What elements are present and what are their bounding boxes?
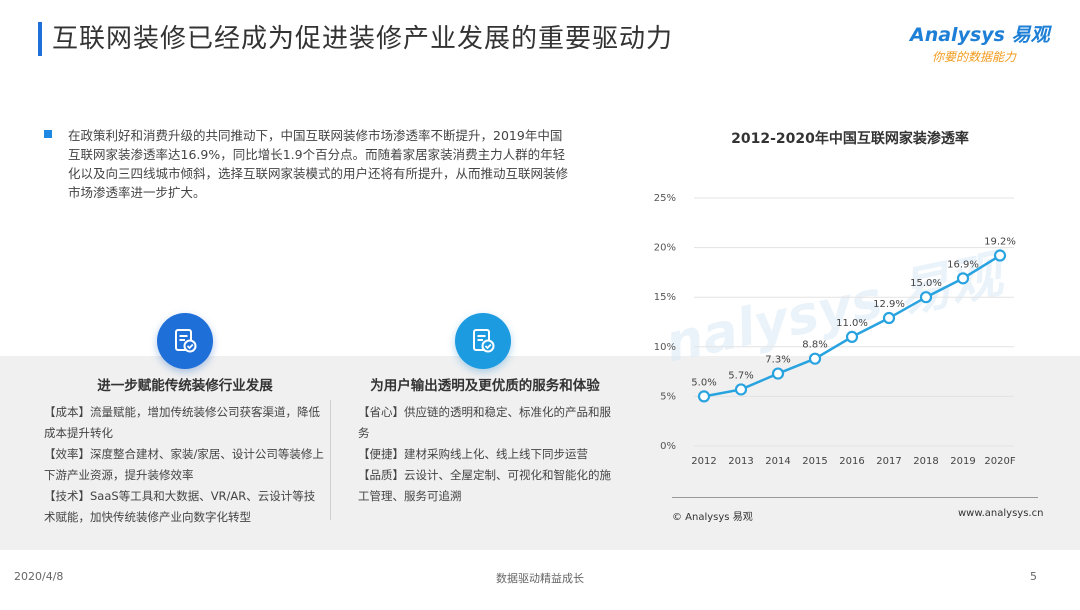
data-label: 12.9% <box>873 299 905 310</box>
analysys-logo: Analysys 易观 你要的数据能力 <box>910 20 1060 64</box>
x-tick-label: 2012 <box>691 456 716 467</box>
data-point <box>771 367 785 380</box>
data-label: 5.0% <box>691 377 716 388</box>
card-line: 【成本】流量赋能，增加传统装修公司获客渠道，降低成本提升转化 <box>44 405 320 440</box>
data-label: 5.7% <box>728 370 753 381</box>
data-point <box>734 383 748 396</box>
x-tick-label: 2018 <box>913 456 938 467</box>
penetration-line-chart: 0% 5% 10% 15% 20% 25% 5.0% 2012 5.7% 2013 7.3% 2014… <box>654 193 1016 467</box>
intro-text: 在政策利好和消费升级的共同推动下，中国互联网装修市场渗透率不断提升，2019年中… <box>68 128 569 200</box>
x-tick-label: 2016 <box>839 456 864 467</box>
y-tick-label: 15% <box>654 292 676 303</box>
chart-source-url: www.analysys.cn <box>958 508 1044 519</box>
data-point <box>919 291 933 304</box>
checklist-icon <box>455 313 511 369</box>
x-tick-label: 2019 <box>950 456 975 467</box>
title-accent-bar <box>38 22 42 56</box>
data-label: 8.8% <box>802 340 827 351</box>
data-label: 11.0% <box>836 318 868 329</box>
footer-slogan: 数据驱动精益成长 <box>496 572 584 585</box>
y-tick-label: 5% <box>660 391 676 402</box>
card-body-industry: 【成本】流量赋能，增加传统装修公司获客渠道，降低成本提升转化 【效率】深度整合建… <box>44 402 326 528</box>
data-point <box>993 249 1007 262</box>
x-tick-label: 2020F <box>984 456 1015 467</box>
page-number: 5 <box>1030 570 1037 583</box>
y-tick-label: 25% <box>654 193 676 204</box>
page-title: 互联网装修已经成为促进装修产业发展的重要驱动力 <box>52 24 674 54</box>
card-line: 【品质】云设计、全屋定制、可视化和智能化的施工管理、服务可追溯 <box>358 468 611 503</box>
x-tick-label: 2017 <box>876 456 901 467</box>
checklist-icon <box>157 313 213 369</box>
y-tick-label: 0% <box>660 441 676 452</box>
logo-sub-text: 你要的数据能力 <box>932 50 1017 64</box>
data-point <box>845 330 859 343</box>
x-tick-label: 2013 <box>728 456 753 467</box>
data-label: 19.2% <box>984 237 1016 248</box>
x-tick-label: 2014 <box>765 456 790 467</box>
data-label: 16.9% <box>947 259 979 270</box>
card-line: 【效率】深度整合建材、家装/家居、设计公司等装修上下游产业资源，提升装修效率 <box>44 447 324 482</box>
chart-footer-divider <box>672 497 1038 498</box>
y-tick-label: 10% <box>654 342 676 353</box>
data-point <box>956 272 970 285</box>
x-tick-label: 2015 <box>802 456 827 467</box>
card-title-user: 为用户输出透明及更优质的服务和体验 <box>370 378 600 394</box>
card-line: 【便捷】建材采购线上化、线上线下同步运营 <box>358 447 588 461</box>
logo-main-text: Analysys 易观 <box>910 24 1050 46</box>
bullet-square-icon <box>44 130 52 138</box>
card-body-user: 【省心】供应链的透明和稳定、标准化的产品和服务 【便捷】建材采购线上化、线上线下… <box>358 402 620 507</box>
chart-title: 2012-2020年中国互联网家装渗透率 <box>731 131 969 147</box>
data-point <box>882 311 896 325</box>
card-line: 【技术】SaaS等工具和大数据、VR/AR、云设计等技术赋能，加快传统装修产业向… <box>44 489 316 524</box>
card-divider <box>330 400 331 520</box>
footer-date: 2020/4/8 <box>14 570 64 583</box>
data-point <box>808 352 822 365</box>
data-label: 7.3% <box>765 355 790 366</box>
data-label: 15.0% <box>910 278 942 289</box>
chart-source: © Analysys 易观 <box>672 512 753 523</box>
y-tick-label: 20% <box>654 243 676 254</box>
data-point <box>697 390 711 403</box>
card-line: 【省心】供应链的透明和稳定、标准化的产品和服务 <box>358 405 611 440</box>
card-title-industry: 进一步赋能传统装修行业发展 <box>97 378 273 394</box>
